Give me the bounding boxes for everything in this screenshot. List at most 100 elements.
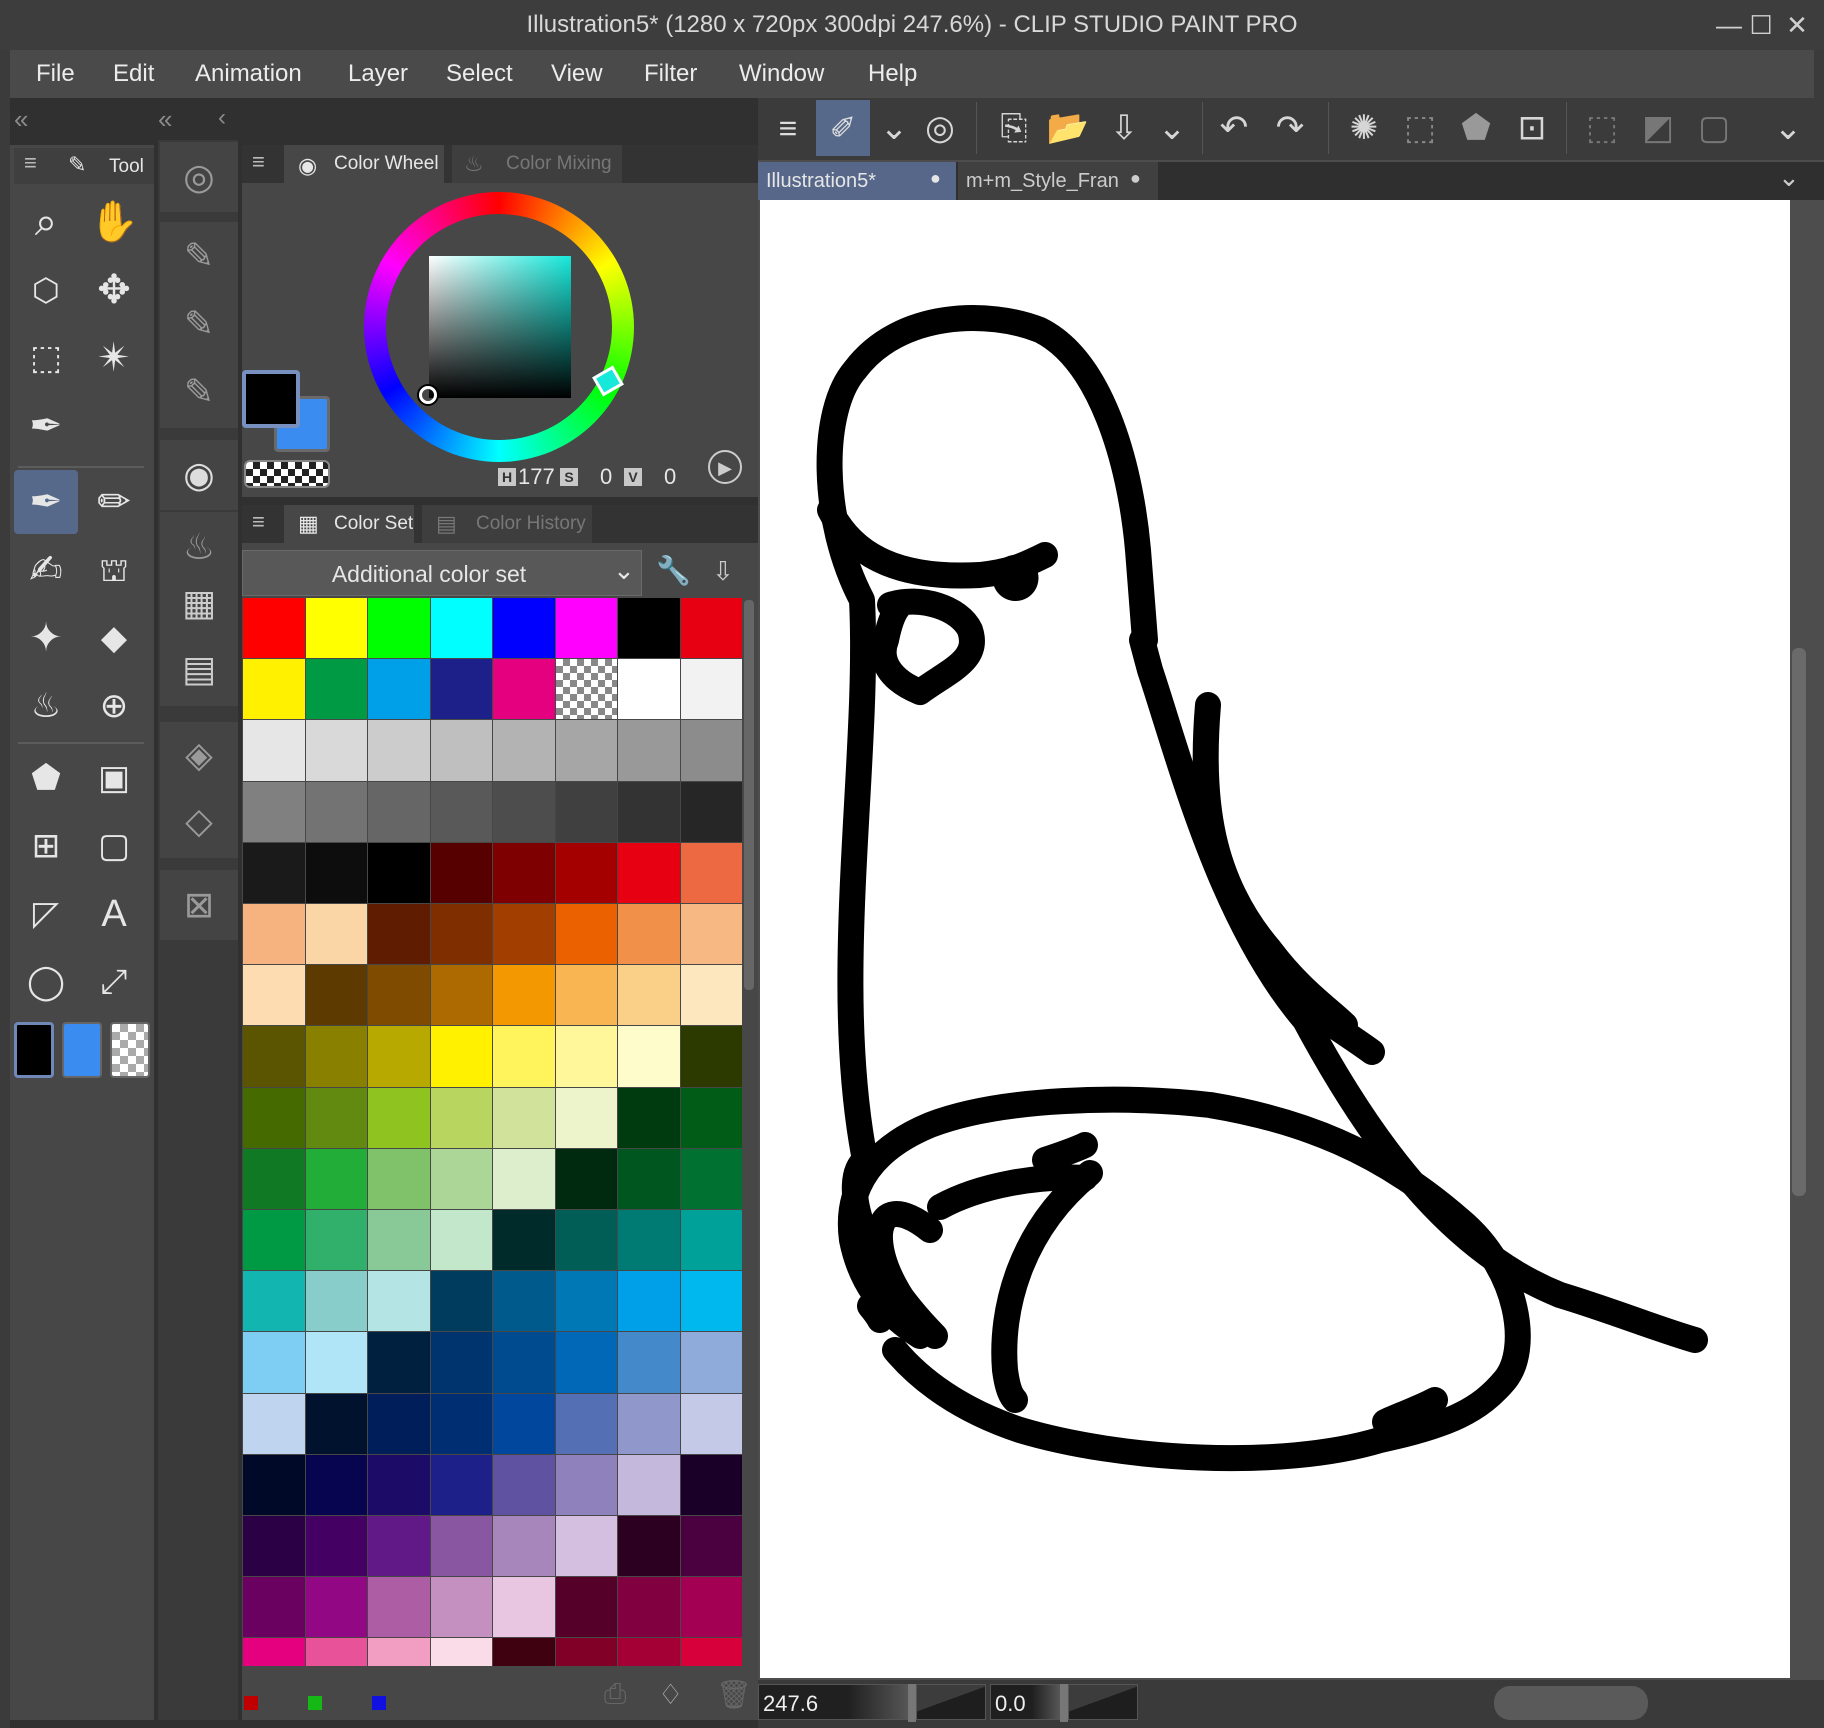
layer-icon[interactable]: ◇ xyxy=(160,788,238,854)
color-swatch[interactable] xyxy=(493,904,555,965)
color-swatch[interactable] xyxy=(493,1454,555,1515)
color-swatch[interactable] xyxy=(368,720,430,781)
correct-line-icon[interactable]: ⤢ xyxy=(82,950,146,1014)
color-swatch[interactable] xyxy=(680,1638,742,1666)
color-swatch[interactable] xyxy=(305,842,367,903)
saturation-value-square[interactable] xyxy=(429,256,571,398)
subtool-detail-icon[interactable]: ✎ xyxy=(160,358,238,426)
color-swatch[interactable] xyxy=(493,842,555,903)
color-swatch[interactable] xyxy=(493,1393,555,1454)
color-swatch[interactable] xyxy=(555,1516,617,1577)
color-swatch[interactable] xyxy=(243,1271,305,1332)
color-swatch[interactable] xyxy=(680,1210,742,1271)
zoom-icon[interactable]: ⌕ xyxy=(14,190,78,254)
h-value[interactable]: 177 xyxy=(518,464,555,490)
menu-layer[interactable]: Layer xyxy=(348,50,408,98)
color-swatch[interactable] xyxy=(305,1638,367,1666)
color-swatch[interactable] xyxy=(618,1332,680,1393)
figure-icon[interactable]: ▢ xyxy=(82,814,146,878)
color-swatch[interactable] xyxy=(493,659,555,720)
subtool-settings-icon[interactable]: ✎ xyxy=(160,290,238,358)
color-swatch[interactable] xyxy=(555,1577,617,1638)
color-swatch[interactable] xyxy=(368,1577,430,1638)
color-swatch[interactable] xyxy=(555,1210,617,1271)
color-swatch[interactable] xyxy=(618,1393,680,1454)
color-swatch[interactable] xyxy=(368,1393,430,1454)
color-swatch[interactable] xyxy=(368,1271,430,1332)
collapse-left-icon[interactable]: « xyxy=(14,104,28,135)
swatch-scrollbar[interactable] xyxy=(744,600,754,990)
blend-icon[interactable]: ♨ xyxy=(14,674,78,738)
invert-selection-icon[interactable]: ▢ xyxy=(1690,104,1738,152)
color-swatch[interactable] xyxy=(430,1516,492,1577)
chevron-down-icon[interactable]: ⌄ xyxy=(1148,104,1196,152)
panel-menu-icon[interactable]: ≡ xyxy=(252,149,265,175)
color-swatch[interactable] xyxy=(305,1577,367,1638)
chevron-left-icon[interactable]: ‹ xyxy=(218,104,226,132)
material-icon[interactable]: ⊠ xyxy=(160,870,238,940)
color-swatch[interactable] xyxy=(618,1210,680,1271)
color-swatch[interactable] xyxy=(243,720,305,781)
color-set-icon[interactable]: ▦ xyxy=(160,570,238,636)
color-swatch[interactable] xyxy=(368,1148,430,1209)
panel-menu-icon[interactable]: ≡ xyxy=(24,150,37,176)
transparent-color-chip[interactable] xyxy=(110,1022,150,1078)
stabilization-icon[interactable]: ✐ xyxy=(816,100,870,156)
airbrush-icon[interactable]: ⛫ xyxy=(82,538,146,602)
pencil-icon[interactable]: ✏ xyxy=(82,470,146,534)
color-swatch[interactable] xyxy=(430,1332,492,1393)
color-swatch[interactable] xyxy=(618,1087,680,1148)
color-swatch[interactable] xyxy=(368,1638,430,1666)
color-swatch[interactable] xyxy=(305,1210,367,1271)
color-swatch[interactable] xyxy=(305,1516,367,1577)
canvas-vertical-scrollbar[interactable] xyxy=(1792,648,1806,1196)
color-swatch[interactable] xyxy=(493,1638,555,1666)
import-icon[interactable]: ⇩ xyxy=(712,556,734,587)
color-swatch[interactable] xyxy=(493,1087,555,1148)
color-swatch[interactable] xyxy=(618,1577,680,1638)
color-swatch[interactable] xyxy=(305,1148,367,1209)
color-history-icon[interactable]: ▤ xyxy=(160,636,238,702)
color-swatch[interactable] xyxy=(618,965,680,1026)
panel-menu-icon[interactable]: ≡ xyxy=(252,509,265,535)
color-swatch[interactable] xyxy=(680,1087,742,1148)
color-swatch[interactable] xyxy=(680,781,742,842)
ruler-icon[interactable]: ◸ xyxy=(14,882,78,946)
canvas-horizontal-scrollbar[interactable] xyxy=(1494,1686,1648,1720)
color-swatch[interactable] xyxy=(243,1026,305,1087)
color-swatch[interactable] xyxy=(555,1638,617,1666)
color-swatch[interactable] xyxy=(555,781,617,842)
color-wheel-icon[interactable]: ◉ xyxy=(160,440,238,510)
color-swatch[interactable] xyxy=(680,1454,742,1515)
play-icon[interactable]: ▶ xyxy=(708,450,742,484)
color-swatch[interactable] xyxy=(305,659,367,720)
color-swatch[interactable] xyxy=(680,1332,742,1393)
transform-icon[interactable]: ⊡ xyxy=(1508,104,1556,152)
color-swatch[interactable] xyxy=(305,1332,367,1393)
color-swatch[interactable] xyxy=(243,1454,305,1515)
color-swatch[interactable] xyxy=(368,659,430,720)
color-set-dropdown[interactable]: Additional color set ⌄ xyxy=(242,550,642,596)
color-swatch[interactable] xyxy=(618,904,680,965)
object-select-icon[interactable]: ⬡ xyxy=(14,258,78,322)
color-swatch[interactable] xyxy=(493,720,555,781)
zoom-field[interactable]: 247.6 xyxy=(758,1684,908,1720)
color-swatch[interactable] xyxy=(368,1454,430,1515)
color-swatch[interactable] xyxy=(368,1026,430,1087)
menu-select[interactable]: Select xyxy=(446,50,513,98)
color-swatch[interactable] xyxy=(430,781,492,842)
maximize-button[interactable]: ☐ xyxy=(1744,8,1778,42)
add-color-icon[interactable]: ♢ xyxy=(658,1678,683,1711)
color-swatch[interactable] xyxy=(493,1516,555,1577)
color-swatch[interactable] xyxy=(368,1210,430,1271)
layer-property-icon[interactable]: ◈ xyxy=(160,722,238,788)
color-swatch[interactable] xyxy=(680,1577,742,1638)
color-swatch[interactable] xyxy=(555,659,617,720)
color-swatch[interactable] xyxy=(493,1332,555,1393)
menu-animation[interactable]: Animation xyxy=(195,50,302,98)
color-swatch[interactable] xyxy=(555,1148,617,1209)
color-swatch[interactable] xyxy=(243,1638,305,1666)
color-swatch[interactable] xyxy=(618,1148,680,1209)
clear-selection-icon[interactable]: ◩ xyxy=(1634,104,1682,152)
color-swatch[interactable] xyxy=(305,1271,367,1332)
